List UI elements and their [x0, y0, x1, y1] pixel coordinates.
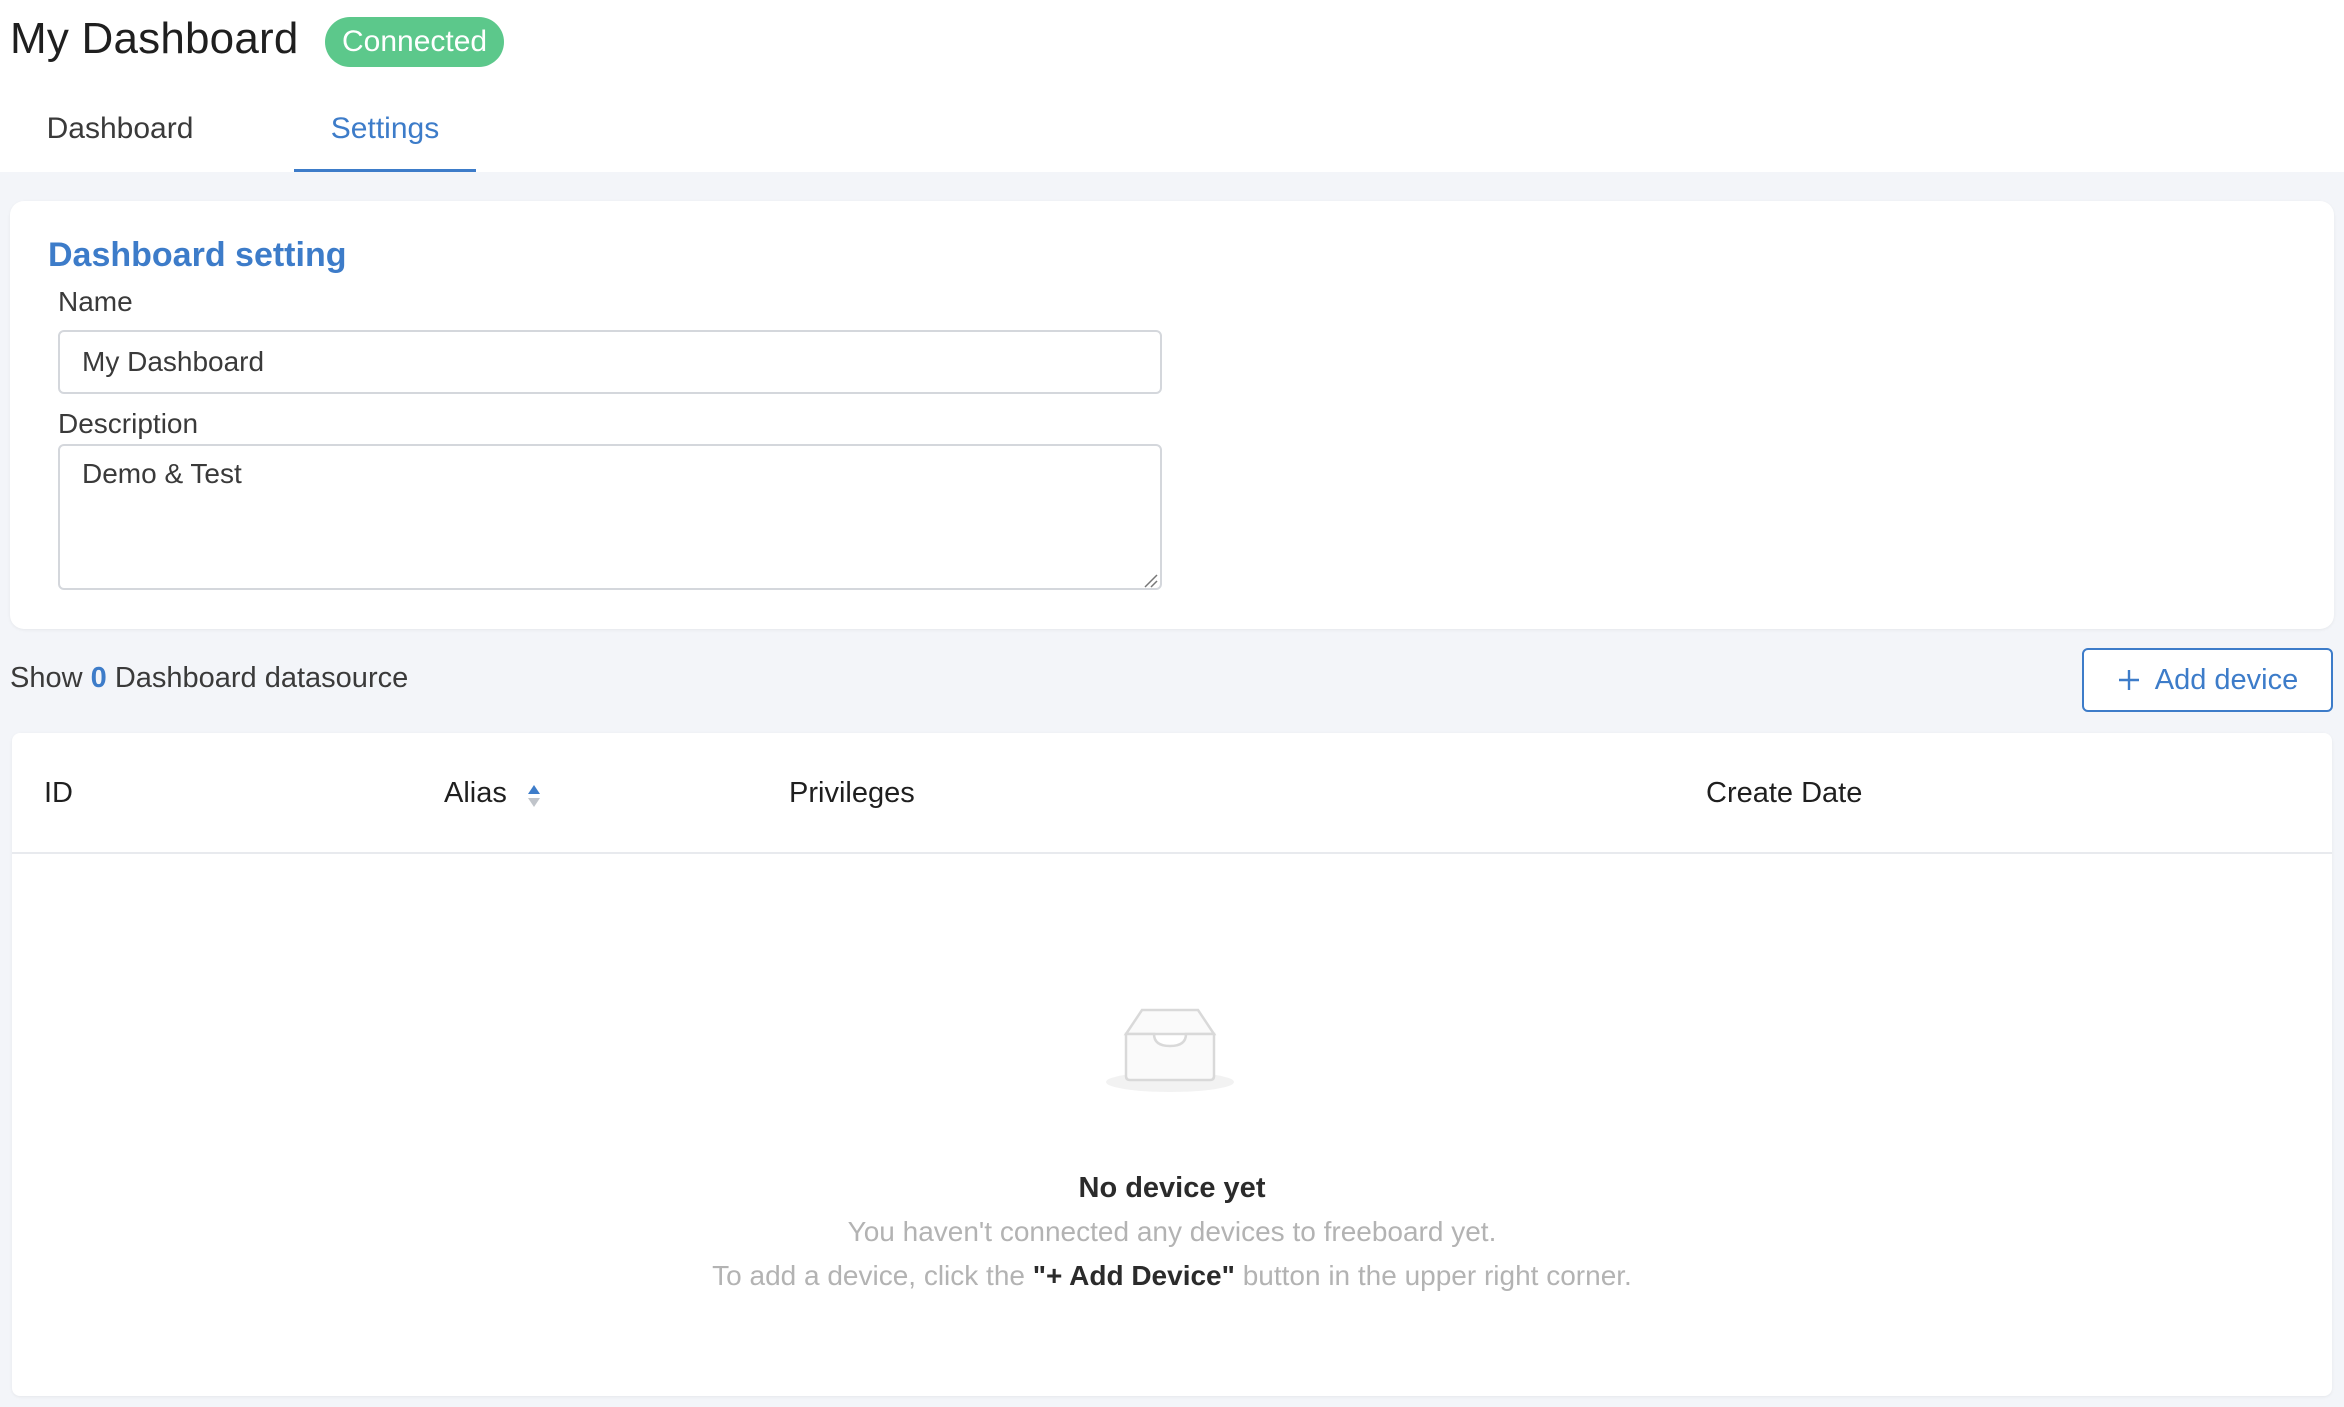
datasource-count: 0: [90, 662, 107, 694]
datasource-count-line: Show 0 Dashboard datasource: [10, 662, 408, 695]
section-title: Dashboard setting: [48, 236, 347, 274]
empty-line-2-suffix: button in the upper right corner.: [1242, 1260, 1632, 1291]
resize-handle-icon[interactable]: [1142, 572, 1158, 588]
column-header-id[interactable]: ID: [44, 777, 73, 810]
page-title: My Dashboard: [10, 14, 299, 63]
column-header-alias[interactable]: Alias: [444, 777, 507, 810]
top-bar: My Dashboard Connected Dashboard Setting…: [0, 0, 2344, 172]
table-header-divider: [12, 852, 2332, 854]
status-badge: Connected: [325, 17, 505, 67]
add-device-button[interactable]: Add device: [2082, 648, 2333, 712]
name-label: Name: [58, 286, 133, 317]
add-device-label: Add device: [2154, 663, 2299, 696]
show-suffix: Dashboard datasource: [114, 662, 409, 694]
tab-dashboard[interactable]: Dashboard: [22, 106, 218, 172]
column-header-privileges[interactable]: Privileges: [789, 777, 915, 810]
empty-state-title: No device yet: [1078, 1172, 1266, 1204]
description-label: Description: [58, 408, 199, 439]
name-input[interactable]: [58, 330, 1162, 394]
empty-line-2-prefix: To add a device, click the: [712, 1260, 1025, 1291]
column-header-create-date[interactable]: Create Date: [1706, 777, 1862, 810]
empty-state-line-2: To add a device, click the "+ Add Device…: [0, 1260, 2344, 1292]
sort-icon[interactable]: [526, 783, 542, 809]
empty-state-line-1: You haven't connected any devices to fre…: [847, 1216, 1497, 1247]
plus-icon: [2118, 670, 2139, 690]
tab-settings[interactable]: Settings: [294, 106, 476, 172]
show-prefix: Show: [10, 662, 83, 694]
description-textarea[interactable]: Demo & Test: [58, 444, 1162, 590]
empty-line-2-bold: "+ Add Device": [1032, 1260, 1235, 1291]
empty-inbox-icon: [1106, 1008, 1234, 1092]
